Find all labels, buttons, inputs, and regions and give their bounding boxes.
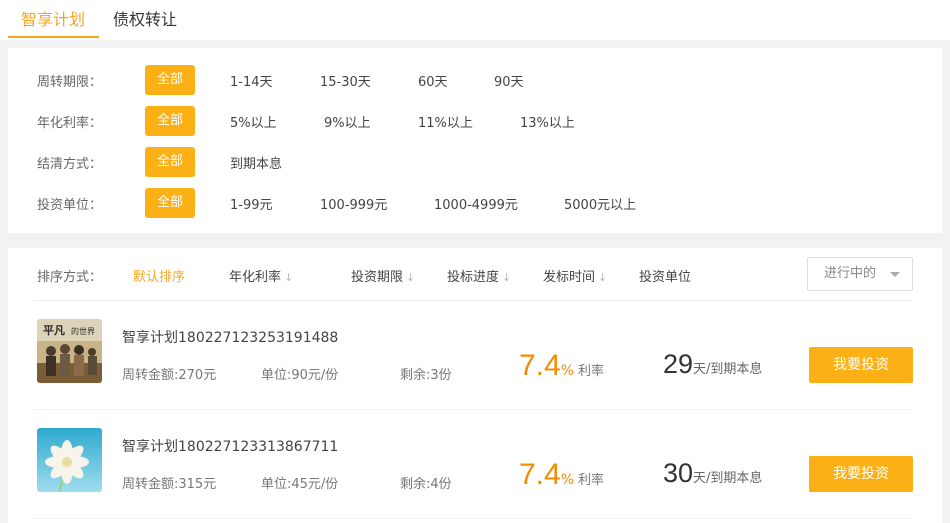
movie-poster-image: 平凡 的世界 [37, 319, 102, 383]
filter-panel: 周转期限： 全部 1-14天 15-30天 60天 90天 年化利率： 全部 5… [8, 48, 942, 233]
plan-item: 平凡 的世界 智享计划180227123253191488 周转金额:270元 … [8, 301, 942, 409]
filter-row-rate: 年化利率： 全部 5%以上 9%以上 11%以上 13%以上 [8, 106, 942, 136]
filter-label: 年化利率： [37, 116, 103, 131]
invest-button[interactable]: 我要投资 [809, 456, 913, 492]
arrow-down-icon: ↓ [502, 271, 512, 284]
filter-all-button[interactable]: 全部 [145, 65, 195, 95]
rate-label: 利率 [578, 364, 605, 379]
plan-item: 智享计划180227123313867711 周转金额:315元 单位:45元/… [8, 410, 942, 518]
sort-label: 排序方式： [37, 270, 103, 285]
arrow-down-icon: ↓ [284, 271, 294, 284]
sort-publish-time[interactable]: 发标时间 ↓ [543, 266, 607, 285]
sort-option-label: 年化利率 [229, 270, 282, 285]
sort-period[interactable]: 投资期限 ↓ [351, 266, 415, 285]
term-unit: 天/到期本息 [693, 471, 763, 486]
filter-row-settlement: 结清方式： 全部 到期本息 [8, 147, 942, 177]
invest-button[interactable]: 我要投资 [809, 347, 913, 383]
filter-option[interactable]: 到期本息 [230, 153, 282, 172]
plan-amount: 周转金额:315元 [122, 477, 217, 492]
sort-default[interactable]: 默认排序 [133, 266, 185, 285]
plan-remaining: 剩余:3份 [400, 368, 452, 383]
plan-rate: 7.4% 利率 [519, 349, 604, 383]
sort-option-label: 发标时间 [543, 270, 596, 285]
divider [33, 518, 913, 519]
rate-percent: % [560, 363, 575, 379]
status-dropdown[interactable]: 进行中的 [807, 257, 913, 291]
arrow-down-icon: ↓ [598, 271, 608, 284]
caret-down-icon [890, 272, 900, 277]
plan-title[interactable]: 智享计划180227123313867711 [122, 436, 338, 456]
filter-all-button[interactable]: 全部 [145, 188, 195, 218]
rate-value: 7.4 [519, 349, 561, 382]
sort-bar: 排序方式： 默认排序 年化利率 ↓ 投资期限 ↓ 投标进度 ↓ 发标时间 ↓ 投资单位 … [8, 248, 942, 300]
filter-label: 投资单位： [37, 198, 103, 213]
sort-invest-unit[interactable]: 投资单位 [639, 266, 691, 285]
filter-option[interactable]: 100-999元 [320, 194, 387, 213]
sort-option-label: 投资期限 [351, 270, 404, 285]
plan-term: 29天/到期本息 [663, 349, 762, 380]
filter-option[interactable]: 11%以上 [418, 112, 473, 131]
plan-unit: 单位:90元/份 [261, 368, 339, 383]
filter-option[interactable]: 1000-4999元 [434, 194, 518, 213]
filter-option[interactable]: 5%以上 [230, 112, 277, 131]
active-tab-indicator [8, 36, 99, 38]
arrow-down-icon: ↓ [406, 271, 416, 284]
tab-zhixiang-plan[interactable]: 智享计划 [21, 8, 85, 32]
rate-value: 7.4 [519, 458, 561, 491]
filter-option[interactable]: 15-30天 [320, 71, 371, 90]
sort-option-label: 投标进度 [447, 270, 500, 285]
filter-option[interactable]: 5000元以上 [564, 194, 636, 213]
filter-label: 结清方式： [37, 157, 103, 172]
filter-option[interactable]: 60天 [418, 71, 448, 90]
sort-progress[interactable]: 投标进度 ↓ [447, 266, 511, 285]
filter-option[interactable]: 13%以上 [520, 112, 575, 131]
filter-option[interactable]: 1-14天 [230, 71, 273, 90]
term-days: 30 [663, 458, 694, 488]
term-unit: 天/到期本息 [693, 362, 763, 377]
plan-rate: 7.4% 利率 [519, 458, 604, 492]
status-dropdown-value: 进行中的 [824, 266, 877, 281]
filter-option[interactable]: 90天 [494, 71, 524, 90]
filter-row-period: 周转期限： 全部 1-14天 15-30天 60天 90天 [8, 65, 942, 95]
svg-text:的世界: 的世界 [71, 326, 95, 336]
plan-remaining: 剩余:4份 [400, 477, 452, 492]
filter-all-button[interactable]: 全部 [145, 147, 195, 177]
plan-list-panel: 排序方式： 默认排序 年化利率 ↓ 投资期限 ↓ 投标进度 ↓ 发标时间 ↓ 投资单位 … [8, 248, 942, 523]
term-days: 29 [663, 349, 694, 379]
filter-row-unit: 投资单位： 全部 1-99元 100-999元 1000-4999元 5000元… [8, 188, 942, 218]
filter-all-button[interactable]: 全部 [145, 106, 195, 136]
rate-label: 利率 [578, 473, 605, 488]
flower-image [37, 428, 102, 492]
svg-text:平凡: 平凡 [43, 324, 65, 337]
filter-option[interactable]: 9%以上 [324, 112, 371, 131]
plan-title[interactable]: 智享计划180227123253191488 [122, 327, 338, 347]
tab-debt-transfer[interactable]: 债权转让 [113, 8, 177, 32]
rate-percent: % [560, 472, 575, 488]
filter-option[interactable]: 1-99元 [230, 194, 273, 213]
plan-unit: 单位:45元/份 [261, 477, 339, 492]
plan-amount: 周转金额:270元 [122, 368, 217, 383]
filter-label: 周转期限： [37, 75, 103, 90]
plan-term: 30天/到期本息 [663, 458, 762, 489]
sort-rate[interactable]: 年化利率 ↓ [229, 266, 293, 285]
tab-bar: 智享计划 债权转让 [0, 0, 950, 40]
